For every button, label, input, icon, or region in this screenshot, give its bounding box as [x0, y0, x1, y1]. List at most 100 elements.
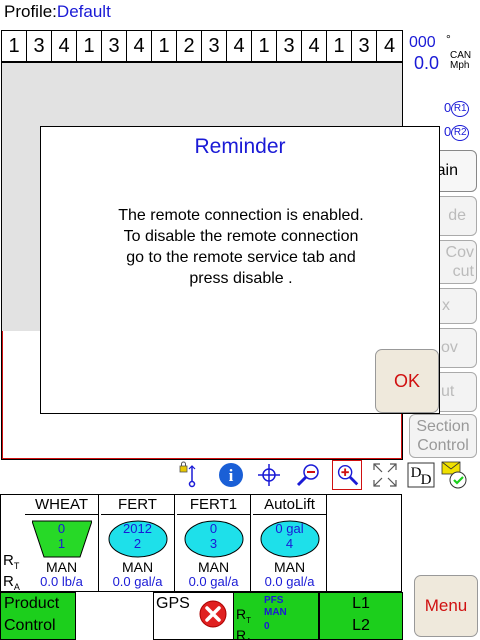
product-number: 1 [57, 536, 66, 551]
menu-button[interactable]: Menu [414, 575, 478, 637]
row-number-cell: 4 [52, 31, 77, 61]
product-column[interactable]: FERT 2012 2 MAN 0.0 gal/a [101, 495, 175, 591]
ok-button[interactable]: OK [375, 349, 439, 413]
info-icon[interactable]: i [216, 460, 246, 490]
bottom-bar: Product Control GPS RT RA PFS MAN 0 L1 L… [0, 575, 480, 640]
product-value: 2012 [123, 521, 152, 536]
rate-value: 0 [264, 621, 270, 632]
row-number-cell: 3 [102, 31, 127, 61]
gps-status[interactable]: GPS [153, 592, 233, 640]
r-letter: R [3, 552, 14, 569]
dd-letter: D [421, 472, 432, 488]
degree-symbol: ° [446, 32, 451, 46]
profile-bar: Profile:Default [0, 0, 480, 24]
target-icon[interactable] [254, 460, 284, 490]
product-control-button[interactable]: Product Control [0, 592, 76, 640]
r-letter: R [236, 606, 247, 622]
dd-icon[interactable]: D D [406, 460, 436, 490]
product-mode: MAN [197, 559, 230, 575]
product-rate: 0.0 gal/a [264, 574, 315, 589]
product-column[interactable]: WHEAT 0 1 MAN 0.0 lb/a [25, 495, 99, 591]
product-rate: 0.0 lb/a [40, 574, 83, 589]
gps-error-icon [199, 600, 227, 628]
row-number-cell: 3 [277, 31, 302, 61]
dialog-message-line: To disable the remote connection [123, 228, 359, 245]
product-name: WHEAT [25, 495, 98, 515]
product-rate: 0.0 gal/a [112, 574, 163, 589]
product-control-line: Control [4, 617, 56, 634]
speed-value: 0.0 [414, 53, 440, 73]
heading-value: 000 [409, 34, 436, 51]
row-number-cell: 4 [227, 31, 252, 61]
profile-label: Profile: [4, 2, 57, 21]
product-number: 2 [133, 536, 142, 551]
r-letter: R [236, 626, 247, 640]
product-column[interactable]: FERT1 0 3 MAN 0.0 gal/a [177, 495, 251, 591]
rate-value: 0 [444, 100, 452, 115]
row-number-cell: 4 [383, 35, 396, 57]
row-number-cell: 1 [327, 31, 352, 61]
svg-text:i: i [229, 466, 234, 485]
layer-box[interactable]: L1 L2 [319, 592, 403, 640]
speed-readout: 000 ° 0.0 CAN Mph [406, 32, 480, 76]
row-number-cell: 4 [127, 31, 152, 61]
rt-ra-label: RT RA [3, 553, 20, 595]
product-name: FERT1 [177, 495, 250, 515]
t-letter: T [246, 615, 252, 625]
t-letter: T [13, 561, 20, 571]
row-number-cell: 1 [152, 31, 177, 61]
profile-value[interactable]: Default [57, 2, 111, 21]
r1-badge: R1 [451, 100, 470, 117]
rate-indicator-r2: 0 R2 [444, 124, 470, 141]
reminder-dialog: Reminder The remote connection is enable… [40, 126, 440, 414]
product-value: 0 gal [275, 521, 304, 536]
product-name: AutoLift [253, 495, 326, 515]
row-number-cell: 1 [252, 31, 277, 61]
product-value: 0 [209, 521, 218, 536]
speed-unit: Mph [450, 60, 470, 71]
section-control-button[interactable]: Section Control [409, 414, 477, 458]
man-label: MAN [264, 607, 287, 618]
product-mode: MAN [121, 559, 154, 575]
rt-ra-label: RT RA [236, 607, 251, 640]
dialog-message: The remote connection is enabled. To dis… [61, 205, 421, 289]
product-number: 3 [209, 536, 218, 551]
zoom-out-icon[interactable] [294, 460, 324, 490]
r2-badge: R2 [451, 124, 470, 141]
product-name: FERT [101, 495, 174, 515]
a-letter: A [246, 637, 251, 640]
row-number-cell: 4 [302, 31, 327, 61]
row-number-cell: 3 [27, 31, 52, 61]
rate-status-box[interactable]: RT RA PFS MAN 0 [233, 592, 319, 640]
product-number: 4 [285, 536, 294, 551]
dialog-message-line: The remote connection is enabled. [118, 207, 364, 224]
product-column[interactable]: AutoLift 0 gal 4 MAN 0.0 gal/a [253, 495, 327, 591]
r-letter: R [3, 573, 14, 590]
gps-label: GPS [156, 595, 190, 612]
fullscreen-icon[interactable] [370, 460, 400, 490]
dialog-message-line: press disable . [189, 270, 293, 287]
row-number-cell: 3 [202, 31, 227, 61]
l1-label: L1 [352, 595, 370, 612]
l2-label: L2 [352, 617, 370, 634]
row-number-cell: 1 [77, 31, 102, 61]
dialog-title: Reminder [194, 135, 286, 158]
zoom-in-icon[interactable] [332, 460, 362, 490]
lock-icon[interactable] [174, 460, 204, 490]
product-value: 0 [57, 521, 66, 536]
rate-indicator-r1: 0 R1 [444, 100, 470, 117]
pfs-label: PFS [264, 595, 284, 606]
row-number-cell: 2 [177, 31, 202, 61]
a-letter: A [13, 582, 20, 592]
product-mode: MAN [45, 559, 78, 575]
row-number-strip: 1341341234134134 [1, 30, 403, 62]
product-rate: 0.0 gal/a [188, 574, 239, 589]
rate-value: 0 [444, 124, 452, 139]
product-control-line: Product [4, 595, 60, 612]
product-panel: RT RA WHEAT 0 1 MAN 0.0 lb/a FERT 2012 2 MAN 0.0 … [0, 494, 402, 592]
row-number-cell: 1 [2, 31, 27, 61]
message-icon[interactable] [440, 460, 470, 490]
speed-source: CAN Mph [450, 51, 471, 71]
dialog-message-line: go to the remote service tab and [126, 249, 356, 266]
product-mode: MAN [273, 559, 306, 575]
